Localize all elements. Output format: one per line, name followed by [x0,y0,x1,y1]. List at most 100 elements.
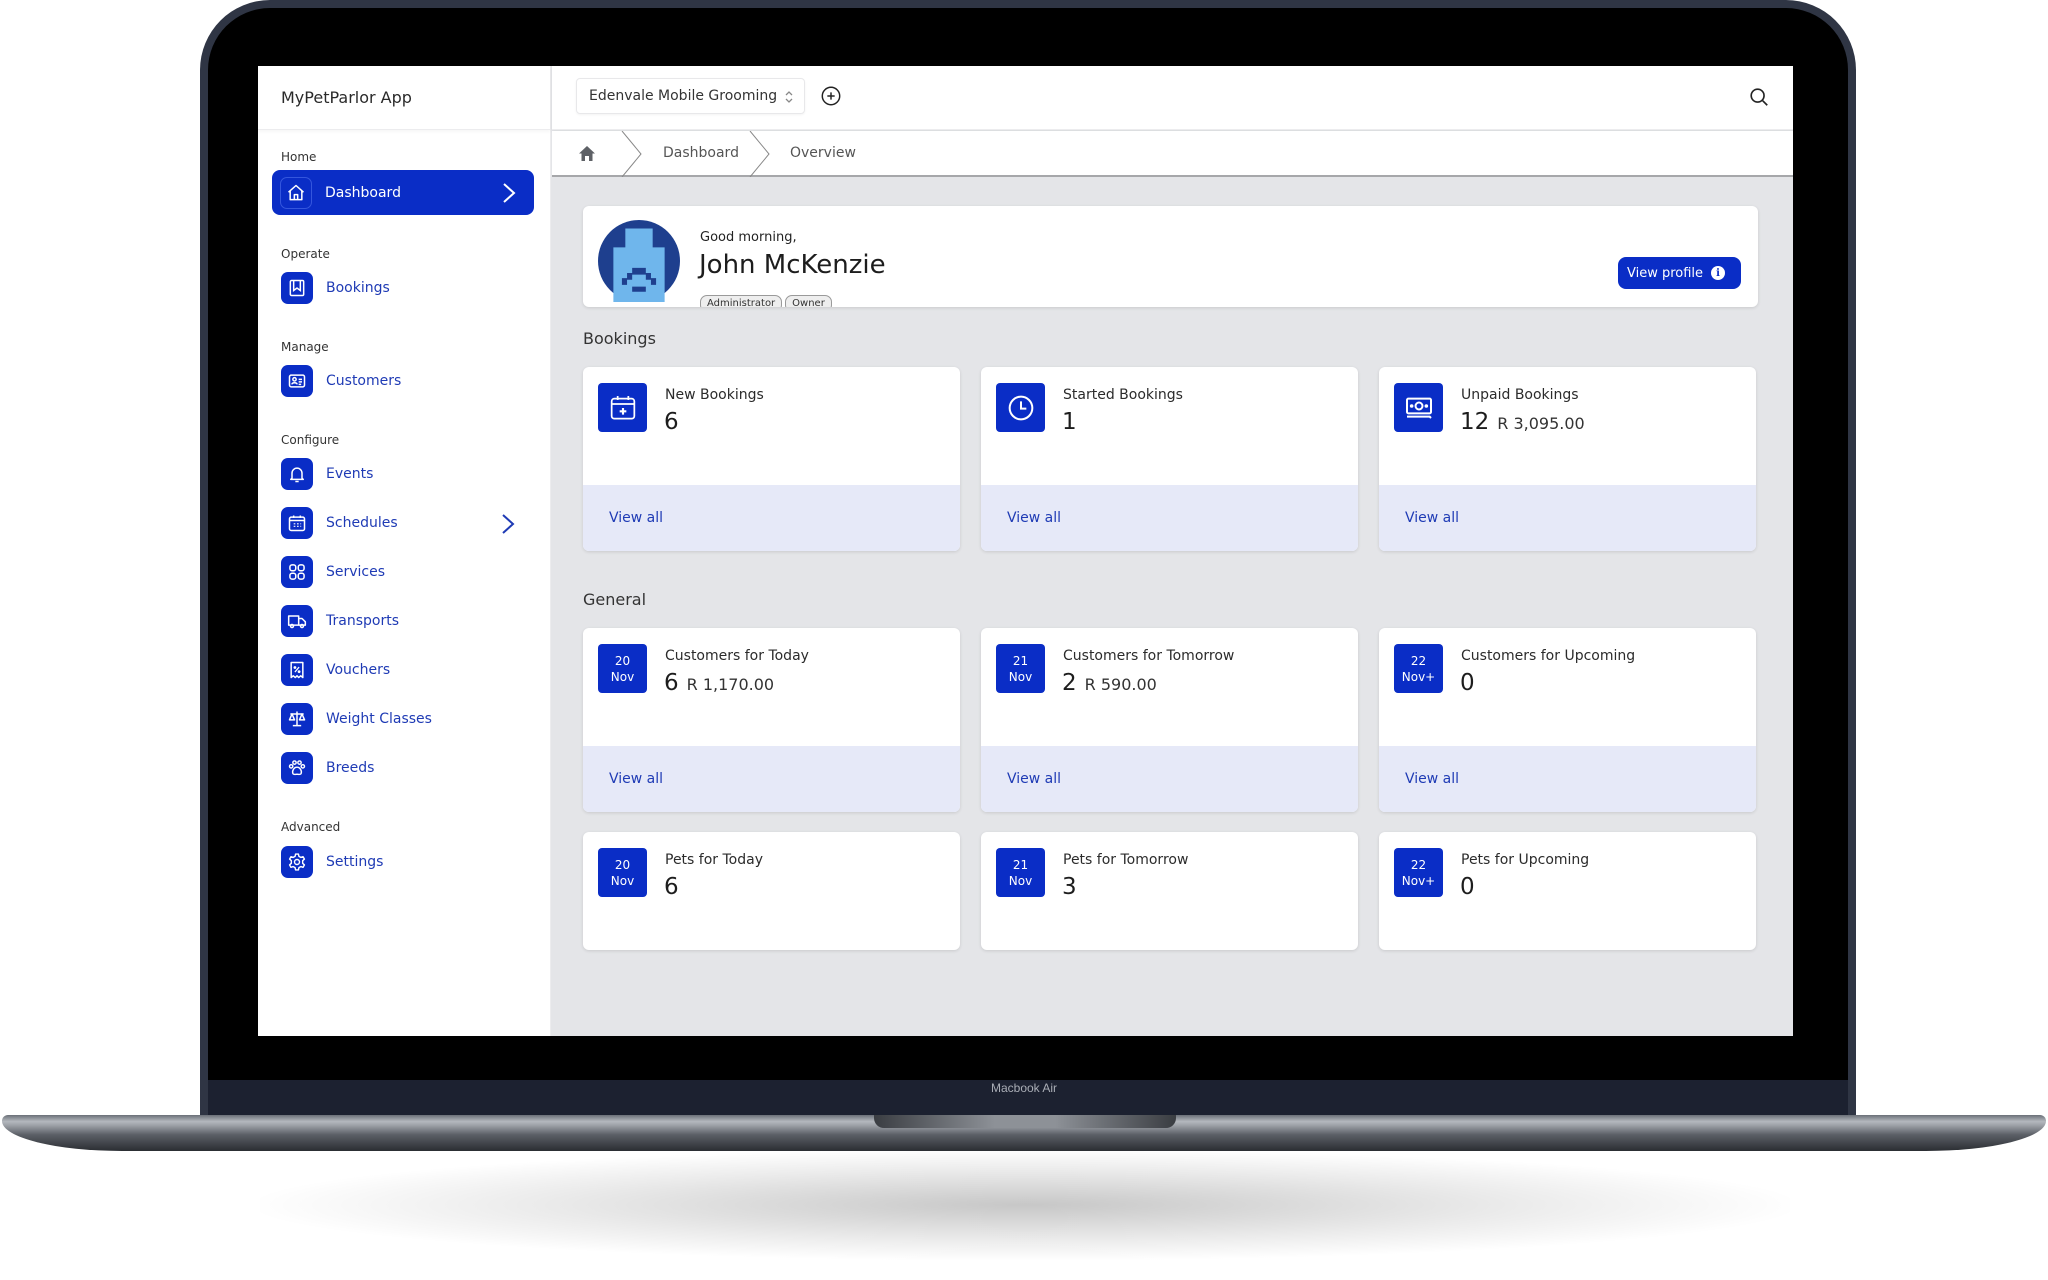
truck-icon [281,605,313,637]
customers-upcoming-card: 22 Nov+ Customers for Upcoming 0 View al… [1379,628,1756,812]
sidebar-item-label: Breeds [326,760,375,776]
pets-today-card: 20 Nov Pets for Today 6 [583,832,960,950]
search-icon[interactable] [1748,86,1770,112]
bookings-section-title: Bookings [583,329,656,348]
card-title: Customers for Today [665,648,809,664]
card-title: Customers for Tomorrow [1063,648,1235,664]
general-section-title: General [583,590,647,609]
breadcrumb: Dashboard Overview [552,131,1793,177]
plus-circle-icon[interactable] [820,85,842,111]
new-bookings-card: New Bookings 6 View all [583,367,960,551]
scale-icon [281,703,313,735]
sidebar-item-schedules[interactable]: Schedules [273,501,535,545]
card-title: Pets for Today [665,852,763,868]
card-title: Started Bookings [1063,387,1183,403]
sidebar-item-settings[interactable]: Settings [273,840,535,884]
date-badge: 22 Nov+ [1394,848,1443,897]
sidebar-item-dashboard[interactable]: Dashboard [272,170,534,215]
paw-icon [281,752,313,784]
sidebar-item-events[interactable]: Events [273,452,535,496]
card-footer: View all [583,746,960,812]
view-all-link[interactable]: View all [1007,510,1061,526]
top-bar: Edenvale Mobile Grooming John McKenzie [552,66,1793,130]
role-badge: Owner [785,295,832,307]
date-badge: 20 Nov [598,644,647,693]
main-content: Good morning, John McKenzie Administrato… [552,179,1793,1036]
card-value: 6 [664,874,679,900]
date-day: 22 [1410,857,1427,872]
view-all-link[interactable]: View all [609,510,663,526]
organization-select[interactable]: Edenvale Mobile Grooming [576,78,805,114]
role-badges: Administrator Owner [700,295,832,307]
voucher-icon [281,654,313,686]
pets-upcoming-card: 22 Nov+ Pets for Upcoming 0 [1379,832,1756,950]
sidebar-item-label: Events [326,466,374,482]
view-profile-label: View profile [1627,265,1704,281]
sidebar-item-transports[interactable]: Transports [273,599,535,643]
sidebar-item-label: Bookings [326,280,390,296]
unpaid-bookings-card: Unpaid Bookings 12 R 3,095.00 View all [1379,367,1756,551]
sidebar-item-label: Vouchers [326,662,391,678]
view-all-link[interactable]: View all [1007,771,1061,787]
calendar-icon [281,507,313,539]
card-value: 12 [1460,409,1490,435]
view-profile-button[interactable]: View profile i [1618,257,1741,289]
card-title: New Bookings [665,387,764,403]
card-amount: R 1,170.00 [686,675,775,694]
sidebar-item-breeds[interactable]: Breeds [273,746,535,790]
card-footer: View all [1379,746,1756,812]
app-screen: MyPetParlor App Home Dashboard Operate B… [258,66,1793,1036]
pets-tomorrow-card: 21 Nov Pets for Tomorrow 3 [981,832,1358,950]
laptop-shadow [260,1150,1790,1260]
view-all-link[interactable]: View all [1405,510,1459,526]
customers-today-card: 20 Nov Customers for Today 6 R 1,170.00 … [583,628,960,812]
home-icon [280,176,312,209]
sidebar-item-label: Transports [326,613,399,629]
grid-icon [281,556,313,588]
nav-section-home: Home [281,150,317,164]
card-title: Unpaid Bookings [1461,387,1579,403]
date-day: 21 [1012,653,1029,668]
avatar [598,220,680,306]
chevron-right-icon[interactable] [501,513,515,539]
role-badge: Administrator [700,295,783,307]
sidebar-item-weight-classes[interactable]: Weight Classes [273,697,535,741]
info-icon: i [1711,266,1726,280]
sidebar-item-label: Customers [326,373,402,389]
device-label: Macbook Air [990,1081,1058,1095]
organization-select-value: Edenvale Mobile Grooming [589,88,778,104]
sidebar-item-services[interactable]: Services [273,550,535,594]
date-day: 21 [1012,857,1029,872]
card-footer: View all [981,746,1358,812]
date-month: Nov [610,873,635,888]
card-title: Customers for Upcoming [1461,648,1636,664]
card-footer: View all [583,485,960,551]
gear-icon [281,846,313,878]
view-all-link[interactable]: View all [609,771,663,787]
card-value: 2 [1062,670,1077,696]
sidebar-item-bookings[interactable]: Bookings [273,266,535,310]
clock-icon [996,383,1045,432]
breadcrumb-separator [749,131,770,177]
started-bookings-card: Started Bookings 1 View all [981,367,1358,551]
welcome-name: John McKenzie [699,250,886,280]
card-value: 1 [1062,409,1077,435]
card-value: 3 [1062,874,1077,900]
breadcrumb-overview: Overview [790,145,856,161]
sidebar-item-label: Dashboard [325,184,401,201]
breadcrumb-dashboard[interactable]: Dashboard [663,145,739,161]
calendar-plus-icon [598,383,647,432]
date-month: Nov [1008,669,1033,684]
date-month: Nov+ [1401,873,1436,888]
sidebar-item-vouchers[interactable]: Vouchers [273,648,535,692]
date-day: 20 [614,653,631,668]
home-icon[interactable] [578,145,596,166]
nav-section-manage: Manage [281,340,329,354]
sidebar-item-customers[interactable]: Customers [273,359,535,403]
card-footer: View all [981,485,1358,551]
card-title: Pets for Upcoming [1461,852,1590,868]
card-title: Pets for Tomorrow [1063,852,1189,868]
view-all-link[interactable]: View all [1405,771,1459,787]
date-day: 22 [1410,653,1427,668]
welcome-card: Good morning, John McKenzie Administrato… [583,206,1758,307]
